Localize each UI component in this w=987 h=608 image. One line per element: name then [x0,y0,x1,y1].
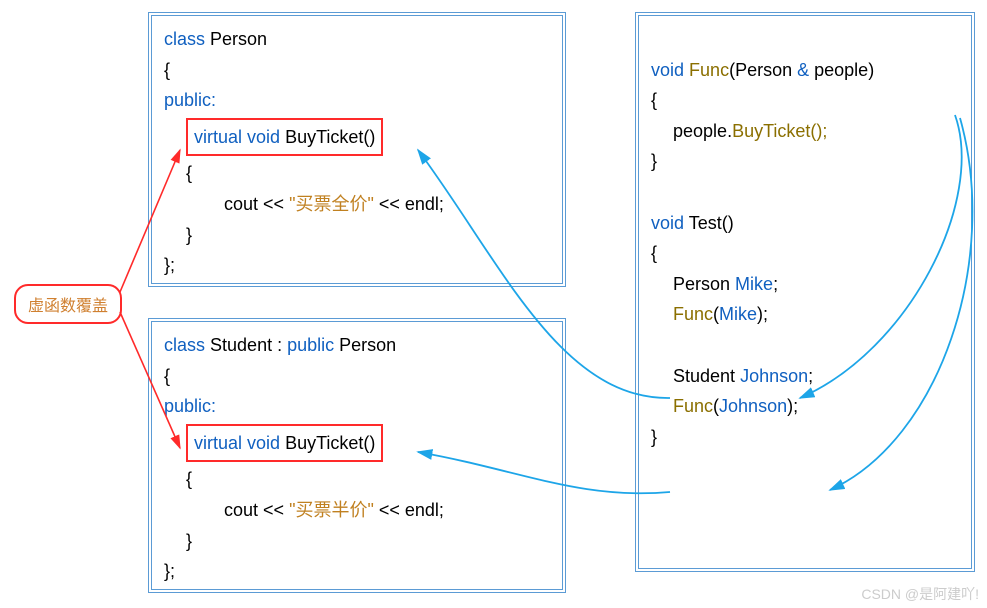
person-class-box: class Person { public: virtual void BuyT… [148,12,566,287]
public-label: public: [164,90,216,110]
class-name-student: Student [210,335,272,355]
class-keyword: class [164,29,205,49]
body-close: } [186,526,550,557]
watermark: CSDN @是阿建吖! [861,584,979,604]
void-keyword: void [651,213,684,233]
func-mike-call: Func(Mike); [673,299,959,330]
person-decl-line: class Person [164,24,550,55]
johnson-name: Johnson [740,366,808,386]
student-decl-line: class Student : public Person [164,330,550,361]
brace-open: { [164,361,550,392]
mike-arg: Mike [719,304,757,324]
cout-pre: cout << [224,500,289,520]
cout-pre: cout << [224,194,289,214]
person-buyticket-highlight: virtual void BuyTicket() [186,118,383,157]
mike-semi: ; [773,274,778,294]
johnson-semi: ; [808,366,813,386]
cout-string: "买票半价" [289,500,374,520]
student-class-box: class Student : public Person { public: … [148,318,566,593]
body-open: { [186,464,550,495]
people-call-line: people.BuyTicket(); [673,116,959,147]
class-keyword: class [164,335,205,355]
public-label: public: [164,396,216,416]
body-close: } [186,220,550,251]
base-class: Person [334,335,396,355]
cout-line: cout << "买票全价" << endl; [224,189,550,220]
virtual-override-annotation: 虚函数覆盖 [14,284,122,324]
param-type: Person [735,60,792,80]
func-name-label: Func [689,60,729,80]
test-decl-line: void Test() [651,208,959,239]
public-inherit: public [287,335,334,355]
paren-close: ); [757,304,768,324]
brace-open: { [651,85,959,116]
mike-decl: Person Mike; [673,269,959,300]
johnson-arg: Johnson [719,396,787,416]
student-buyticket-highlight: virtual void BuyTicket() [186,424,383,463]
test-name: Test() [689,213,734,233]
class-close: }; [164,250,550,281]
brace-close: } [651,146,959,177]
inherit-colon: : [272,335,287,355]
brace-open: { [164,55,550,86]
body-open: { [186,158,550,189]
param-name: people [814,60,868,80]
paren-close: ); [787,396,798,416]
cout-post: << endl; [374,500,444,520]
cout-post: << endl; [374,194,444,214]
amp: & [792,60,814,80]
class-close: }; [164,556,550,587]
johnson-type: Student [673,366,740,386]
annotation-text: 虚函数覆盖 [28,298,108,315]
func-decl-line: void Func(Person & people) [651,55,959,86]
func-test-box: void Func(Person & people) { people.BuyT… [635,12,975,572]
johnson-decl: Student Johnson; [673,361,959,392]
mike-type: Person [673,274,735,294]
call-obj: people [673,121,727,141]
func-call: Func [673,304,713,324]
brace-close: } [651,422,959,453]
mike-name: Mike [735,274,773,294]
virtual-keyword: virtual void [194,433,280,453]
paren-close: ) [868,60,874,80]
call-method: BuyTicket(); [732,121,827,141]
method-name: BuyTicket() [285,433,375,453]
class-name-person: Person [210,29,267,49]
brace-open: { [651,238,959,269]
func-call: Func [673,396,713,416]
func-johnson-call: Func(Johnson); [673,391,959,422]
virtual-keyword: virtual void [194,127,280,147]
void-keyword: void [651,60,684,80]
cout-line: cout << "买票半价" << endl; [224,495,550,526]
method-name: BuyTicket() [285,127,375,147]
cout-string: "买票全价" [289,194,374,214]
